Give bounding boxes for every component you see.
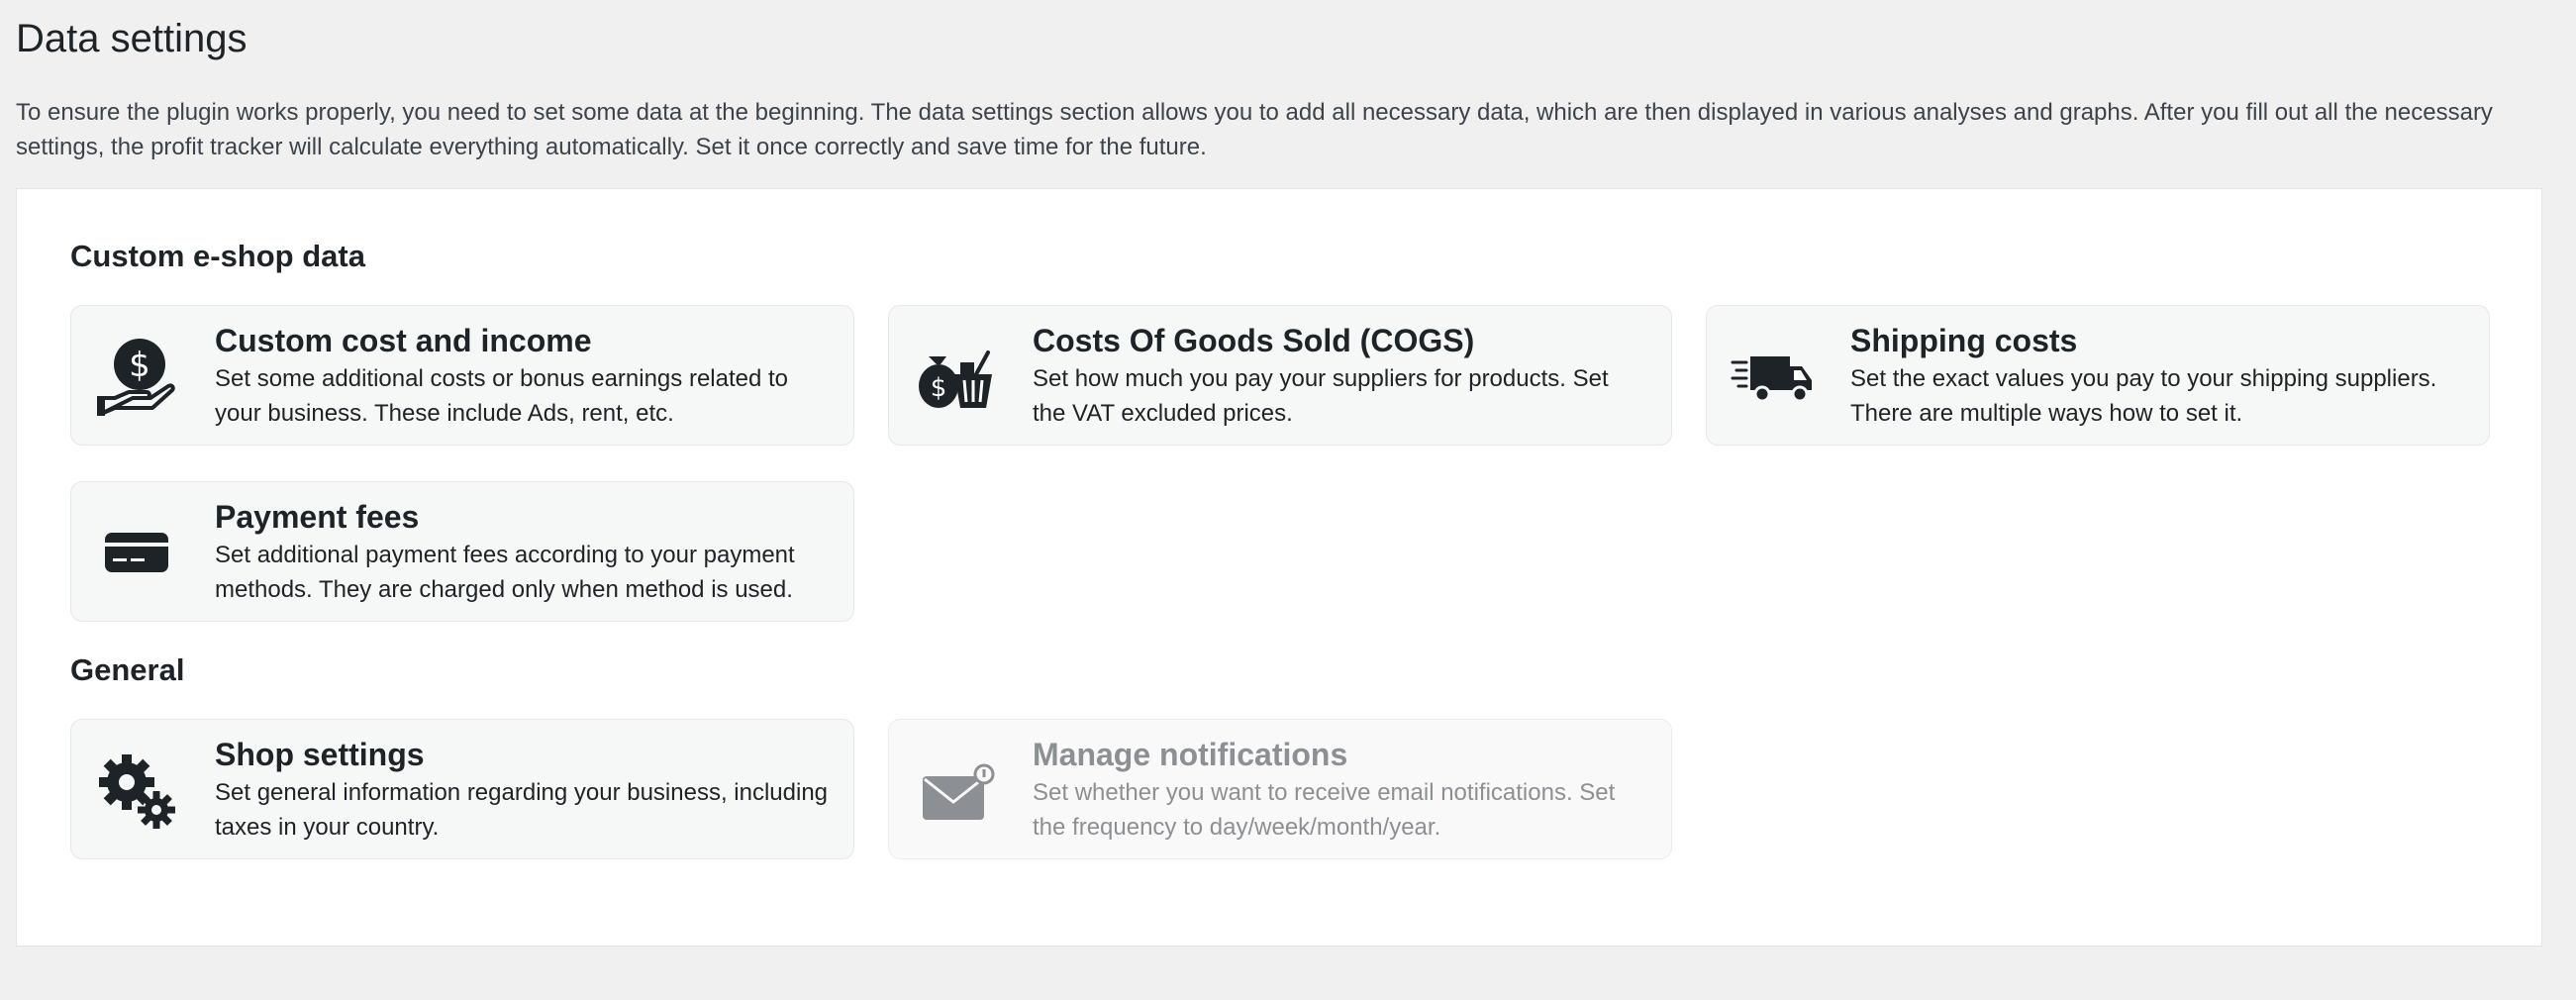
gears-icon [95,749,178,832]
card-manage-notifications: Manage notifications Set whether you wan… [888,719,1672,859]
card-shop-settings[interactable]: Shop settings Set general information re… [70,719,854,859]
card-title: Payment fees [215,499,420,535]
card-description: Set whether you want to receive email no… [1033,779,1616,841]
card-shipping-costs[interactable]: Shipping costs Set the exact values you … [1706,305,2490,446]
envelope-notification-icon [913,749,996,832]
svg-text:$: $ [931,373,947,403]
card-description: Set some additional costs or bonus earni… [215,365,789,427]
settings-panel: Custom e-shop data $ Custom cost and inc… [16,188,2542,947]
money-basket-icon: $ [913,335,996,418]
card-description: Set additional payment fees according to… [215,542,795,603]
svg-text:$: $ [129,346,150,385]
card-payment-fees[interactable]: Payment fees Set additional payment fees… [70,481,854,622]
credit-card-icon [95,511,178,594]
card-description: Set general information regarding your b… [215,779,829,841]
card-title: Shop settings [215,737,425,772]
card-description: Set how much you pay your suppliers for … [1033,365,1609,427]
card-title: Shipping costs [1850,323,2078,358]
dollar-hand-icon: $ [95,335,178,418]
section-title-custom-eshop-data: Custom e-shop data [70,239,365,273]
card-cogs[interactable]: $ Costs Of Goods Sold (COGS) Set how muc… [888,305,1672,446]
card-title: Manage notifications [1033,737,1348,772]
page-title: Data settings [16,17,248,60]
page-intro: To ensure the plugin works properly, you… [16,99,2493,160]
card-custom-cost-and-income[interactable]: $ Custom cost and income Set some additi… [70,305,854,446]
delivery-truck-icon [1731,335,1814,418]
card-description: Set the exact values you pay to your shi… [1850,365,2437,427]
section-title-general: General [70,652,185,687]
card-title: Costs Of Goods Sold (COGS) [1033,323,1475,358]
card-title: Custom cost and income [215,323,592,358]
